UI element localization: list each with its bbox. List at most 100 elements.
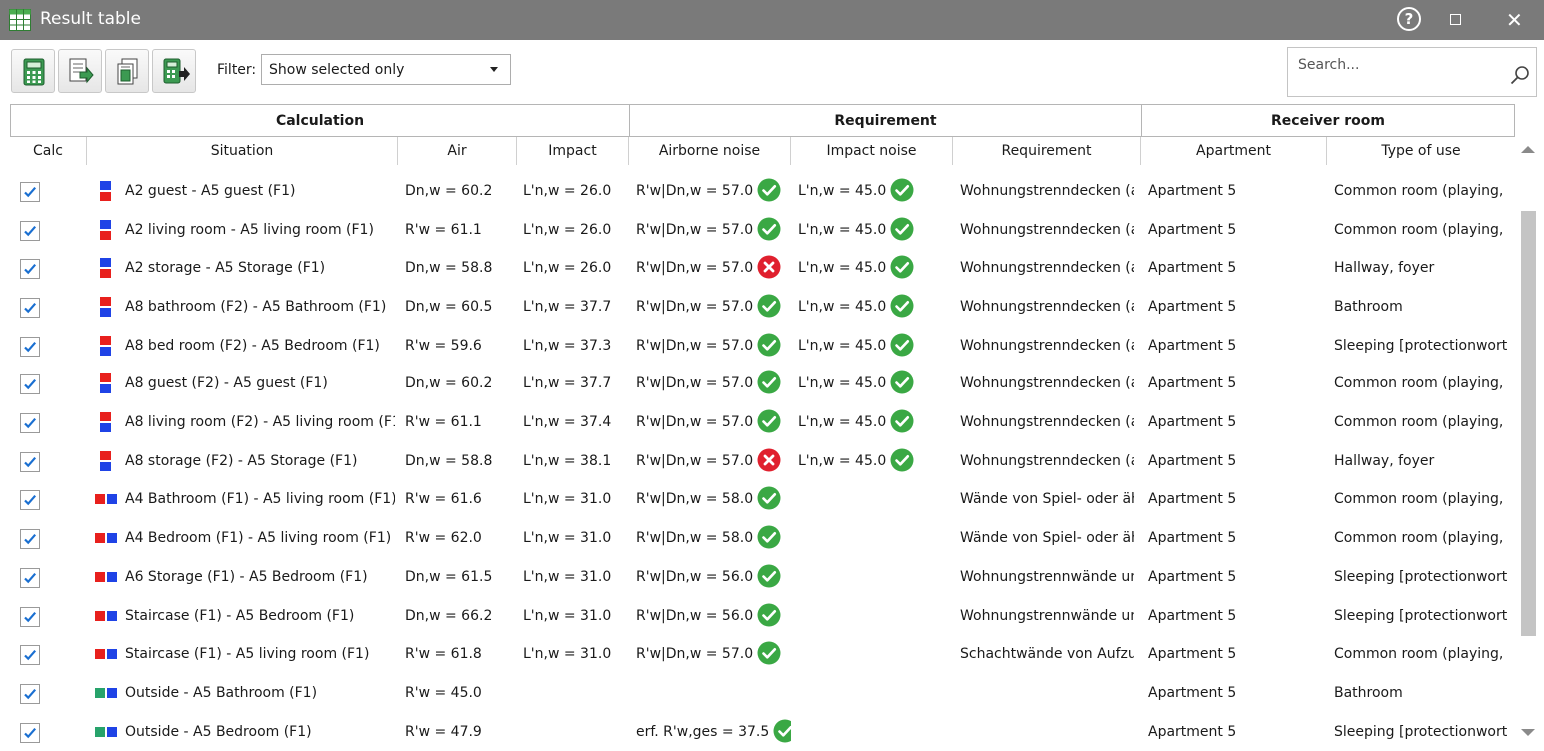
table-row[interactable]: A4 Bathroom (F1) - A5 living room (F1) R'… xyxy=(10,480,1516,519)
requirement-cell: Wohnungstrenndecken (au xyxy=(960,183,1134,199)
requirement-cell: Wände von Spiel- oder äh xyxy=(960,530,1134,546)
column-header-apartment[interactable]: Apartment xyxy=(1141,137,1327,165)
type-of-use-cell: Bathroom xyxy=(1334,299,1403,315)
filter-dropdown[interactable]: Show selected only xyxy=(261,54,511,85)
table-icon xyxy=(9,9,31,31)
calc-checkbox[interactable] xyxy=(20,182,40,202)
calc-checkbox[interactable] xyxy=(20,529,40,549)
table-row[interactable]: A8 guest (F2) - A5 guest (F1) Dn,w = 60.2… xyxy=(10,364,1516,403)
airborne-noise-value: R'w|Dn,w = 58.0 xyxy=(636,530,754,546)
close-button[interactable]: ✕ xyxy=(1506,9,1523,31)
table-row[interactable]: A2 storage - A5 Storage (F1) Dn,w = 58.8 L… xyxy=(10,249,1516,288)
table-row[interactable]: A6 Storage (F1) - A5 Bedroom (F1) Dn,w = … xyxy=(10,558,1516,597)
calc-checkbox[interactable] xyxy=(20,413,40,433)
table-row[interactable]: Outside - A5 Bathroom (F1) R'w = 45.0 Apar… xyxy=(10,674,1516,713)
pass-check-icon xyxy=(757,409,781,433)
requirement-cell: Wohnungstrenndecken (au xyxy=(960,299,1134,315)
search-icon[interactable] xyxy=(1510,65,1530,85)
impact-noise-cell: L'n,w = 45.0 xyxy=(798,403,953,442)
impact-cell: L'n,w = 31.0 xyxy=(523,569,612,585)
calc-checkbox[interactable] xyxy=(20,684,40,704)
calc-checkbox[interactable] xyxy=(20,337,40,357)
table-row[interactable]: A8 bathroom (F2) - A5 Bathroom (F1) Dn,w … xyxy=(10,288,1516,327)
maximize-button[interactable] xyxy=(1450,14,1461,25)
calc-checkbox[interactable] xyxy=(20,221,40,241)
pass-check-icon xyxy=(757,525,781,549)
type-of-use-cell: Sleeping [protectionworth xyxy=(1334,338,1508,354)
type-of-use-cell: Bathroom xyxy=(1334,685,1403,701)
table-row[interactable]: A8 bed room (F2) - A5 Bedroom (F1) R'w = … xyxy=(10,327,1516,366)
calc-checkbox[interactable] xyxy=(20,490,40,510)
calc-checkbox[interactable] xyxy=(20,607,40,627)
calc-checkbox[interactable] xyxy=(20,298,40,318)
calc-checkbox[interactable] xyxy=(20,645,40,665)
pass-check-icon xyxy=(890,448,914,472)
search-box[interactable] xyxy=(1287,47,1537,97)
column-header-air[interactable]: Air xyxy=(398,137,517,165)
airborne-noise-cell: R'w|Dn,w = 57.0 xyxy=(636,172,791,211)
column-header-airborne-noise[interactable]: Airborne noise xyxy=(629,137,791,165)
column-header-situation[interactable]: Situation xyxy=(87,137,398,165)
situation-text: Staircase (F1) - A5 Bedroom (F1) xyxy=(125,608,355,624)
table-row[interactable]: Outside - A5 Bedroom (F1) R'w = 47.9 erf. … xyxy=(10,713,1516,751)
type-of-use-cell: Hallway, foyer xyxy=(1334,260,1435,276)
column-header-calc[interactable]: Calc xyxy=(10,137,87,165)
calc-checkbox[interactable] xyxy=(20,723,40,743)
airborne-noise-value: R'w|Dn,w = 57.0 xyxy=(636,299,754,315)
scrollbar-thumb[interactable] xyxy=(1521,211,1536,636)
type-of-use-cell: Sleeping [protectionworth xyxy=(1334,569,1508,585)
airborne-noise-value: R'w|Dn,w = 56.0 xyxy=(636,569,754,585)
requirement-cell: Wohnungstrenndecken (au xyxy=(960,453,1134,469)
airborne-noise-cell: R'w|Dn,w = 56.0 xyxy=(636,597,791,636)
column-header-requirement[interactable]: Requirement xyxy=(953,137,1141,165)
table-row[interactable]: A2 guest - A5 guest (F1) Dn,w = 60.2 L'n,w… xyxy=(10,172,1516,211)
impact-noise-value: L'n,w = 45.0 xyxy=(798,183,887,199)
calc-checkbox[interactable] xyxy=(20,374,40,394)
search-input[interactable] xyxy=(1296,56,1500,74)
calc-checkbox[interactable] xyxy=(20,568,40,588)
table-row[interactable]: A2 living room - A5 living room (F1) R'w … xyxy=(10,211,1516,250)
pass-check-icon xyxy=(757,178,781,202)
pass-check-icon xyxy=(757,641,781,665)
pass-check-icon xyxy=(890,255,914,279)
situation-type-icon xyxy=(95,611,117,621)
apartment-cell: Apartment 5 xyxy=(1148,375,1237,391)
air-cell: Dn,w = 60.2 xyxy=(405,375,493,391)
help-button[interactable]: ? xyxy=(1397,7,1421,31)
situation-type-icon xyxy=(95,649,117,659)
airborne-noise-cell: R'w|Dn,w = 57.0 xyxy=(636,211,791,250)
checkmark-icon xyxy=(24,417,37,429)
column-header-type-of-use[interactable]: Type of use xyxy=(1327,137,1515,165)
situation-text: A6 Storage (F1) - A5 Bedroom (F1) xyxy=(125,569,368,585)
checkmark-icon xyxy=(24,378,37,390)
copy-button[interactable] xyxy=(105,49,149,93)
air-cell: R'w = 62.0 xyxy=(405,530,482,546)
column-header-impact[interactable]: Impact xyxy=(517,137,629,165)
column-header-impact-noise[interactable]: Impact noise xyxy=(791,137,953,165)
table-row[interactable]: Staircase (F1) - A5 Bedroom (F1) Dn,w = 6… xyxy=(10,597,1516,636)
type-of-use-cell: Hallway, foyer xyxy=(1334,453,1435,469)
checkmark-icon xyxy=(24,263,37,275)
table-row[interactable]: A8 living room (F2) - A5 living room (F1… xyxy=(10,403,1516,442)
calculate-button[interactable] xyxy=(11,49,55,93)
type-of-use-cell: Common room (playing, lo xyxy=(1334,183,1508,199)
impact-noise-cell xyxy=(798,519,953,558)
chevron-down-icon xyxy=(490,67,498,72)
table-row[interactable]: A8 storage (F2) - A5 Storage (F1) Dn,w = … xyxy=(10,442,1516,481)
table-row[interactable]: A4 Bedroom (F1) - A5 living room (F1) R'w… xyxy=(10,519,1516,558)
impact-cell: L'n,w = 31.0 xyxy=(523,491,612,507)
situation-cell: A2 guest - A5 guest (F1) xyxy=(95,172,395,211)
fail-cross-icon xyxy=(757,448,781,472)
apartment-cell: Apartment 5 xyxy=(1148,183,1237,199)
situation-cell: A8 bathroom (F2) - A5 Bathroom (F1) xyxy=(95,288,395,327)
calc-checkbox[interactable] xyxy=(20,259,40,279)
airborne-noise-cell: R'w|Dn,w = 57.0 xyxy=(636,403,791,442)
checkmark-icon xyxy=(24,533,37,545)
calculate-export-button[interactable] xyxy=(152,49,196,93)
scroll-down-arrow-icon[interactable] xyxy=(1521,729,1535,736)
table-row[interactable]: Staircase (F1) - A5 living room (F1) R'w … xyxy=(10,635,1516,674)
scroll-up-arrow-icon[interactable] xyxy=(1521,146,1535,153)
export-button[interactable] xyxy=(58,49,102,93)
calc-checkbox[interactable] xyxy=(20,452,40,472)
situation-cell: A8 guest (F2) - A5 guest (F1) xyxy=(95,364,395,403)
